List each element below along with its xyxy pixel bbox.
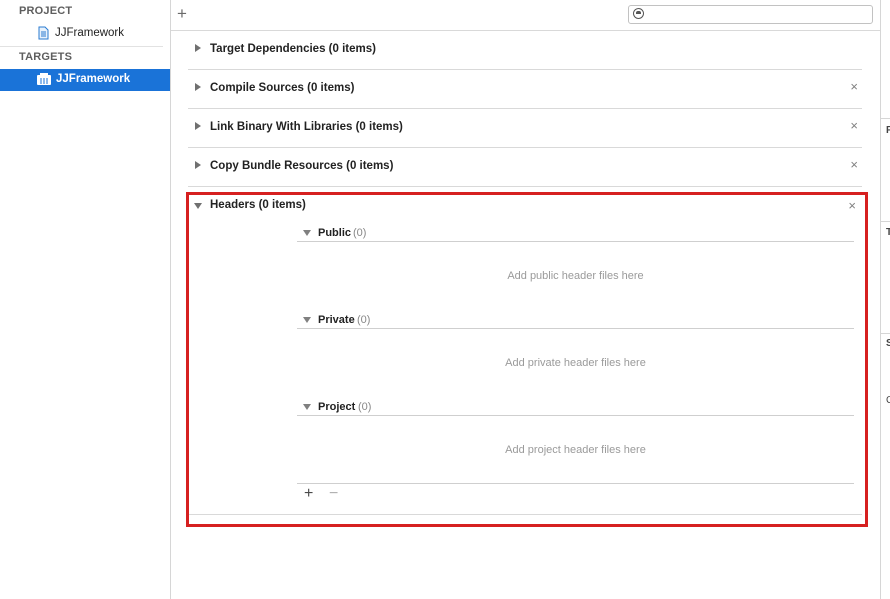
search-input[interactable] <box>649 7 873 23</box>
panel-divider <box>881 333 890 334</box>
phase-link-binary[interactable]: Link Binary With Libraries (0 items) × <box>188 108 862 148</box>
sidebar-item-target[interactable]: JJFramework <box>0 69 170 91</box>
inspector-label-fragment: T <box>886 227 890 238</box>
project-section-header: PROJECT <box>19 5 73 17</box>
search-field[interactable] <box>628 5 873 24</box>
phase-title: Copy Bundle Resources (0 items) <box>210 160 394 172</box>
phase-title: Target Dependencies (0 items) <box>210 43 376 55</box>
delete-phase-icon[interactable]: × <box>850 158 858 171</box>
disclosure-triangle-icon[interactable] <box>195 44 201 52</box>
delete-phase-icon[interactable]: × <box>850 119 858 132</box>
sidebar-item-label: JJFramework <box>55 27 125 39</box>
sidebar-item-project[interactable]: JJFramework <box>0 23 170 45</box>
inspector-label-fragment: C <box>886 395 890 406</box>
add-build-phase-button[interactable]: + <box>177 5 187 23</box>
project-file-icon <box>38 26 49 40</box>
phase-copy-bundle-resources[interactable]: Copy Bundle Resources (0 items) × <box>188 147 862 187</box>
search-filter-icon[interactable] <box>633 8 644 19</box>
disclosure-triangle-icon[interactable] <box>195 161 201 169</box>
phase-title: Compile Sources (0 items) <box>210 82 355 94</box>
targets-section-header: TARGETS <box>19 51 73 63</box>
sidebar-divider <box>0 46 163 47</box>
build-phases-toolbar: + <box>171 0 880 31</box>
delete-phase-icon[interactable]: × <box>850 80 858 93</box>
disclosure-triangle-icon[interactable] <box>195 83 201 91</box>
panel-divider <box>881 118 890 119</box>
phase-target-dependencies[interactable]: Target Dependencies (0 items) <box>188 30 862 70</box>
inspector-label-fragment: F <box>886 125 890 136</box>
navigator-sidebar: PROJECT JJFramework TARGETS JJFramework <box>0 0 171 599</box>
disclosure-triangle-icon[interactable] <box>195 122 201 130</box>
phase-title: Link Binary With Libraries (0 items) <box>210 121 403 133</box>
inspector-panel-edge: F T S C <box>880 0 890 599</box>
inspector-label-fragment: S <box>886 338 890 349</box>
panel-divider <box>881 221 890 222</box>
phase-compile-sources[interactable]: Compile Sources (0 items) × <box>188 69 862 109</box>
framework-target-icon <box>37 73 51 85</box>
highlight-annotation-box <box>186 192 868 527</box>
sidebar-item-label: JJFramework <box>56 73 131 85</box>
